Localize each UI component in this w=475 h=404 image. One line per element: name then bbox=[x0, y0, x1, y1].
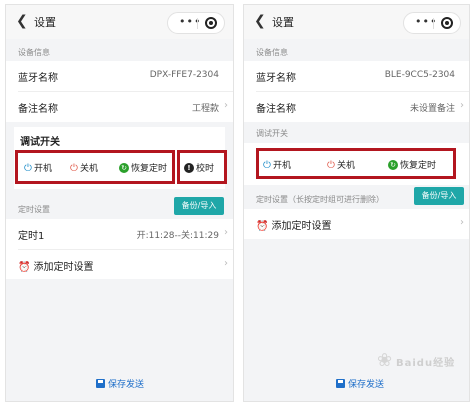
mini-program-capsule: ••• bbox=[167, 12, 225, 34]
timer-value: 开:11:28--关:11:29 bbox=[136, 231, 219, 241]
save-icon bbox=[96, 379, 105, 388]
power-off-button[interactable]: ⏻ 关机 bbox=[69, 161, 98, 174]
add-timer-row[interactable]: ⏰ 添加定时设置 › bbox=[6, 250, 233, 280]
back-arrow-icon[interactable]: ❮ bbox=[16, 13, 28, 29]
save-send-button[interactable]: 保存发送 bbox=[336, 377, 384, 390]
power-icon: ⏻ bbox=[263, 160, 271, 171]
left-phone-screen: ❮ 设置 ••• 设备信息 蓝牙名称 DPX-FFE7-2304 备注名称 工程… bbox=[5, 4, 234, 402]
baidu-paw-icon: ❀ bbox=[377, 350, 393, 371]
debug-switch-title: 调试开关 bbox=[20, 137, 60, 148]
save-icon bbox=[336, 379, 345, 388]
power-on-button[interactable]: ⏻ 开机 bbox=[23, 161, 52, 174]
bluetooth-name-value: BLE-9CC5-2304 bbox=[384, 70, 455, 80]
close-target-icon[interactable] bbox=[441, 17, 453, 29]
add-timer-row[interactable]: ⏰ 添加定时设置 › bbox=[244, 209, 469, 239]
remark-name-row[interactable]: 备注名称 工程款 › bbox=[6, 92, 233, 122]
restore-timer-button[interactable]: ↻ 恢复定时 bbox=[119, 161, 167, 174]
remark-name-value: 工程款 bbox=[191, 104, 219, 114]
capsule-divider bbox=[197, 18, 198, 29]
chevron-right-icon: › bbox=[460, 100, 464, 111]
chevron-right-icon: › bbox=[460, 217, 464, 228]
refresh-icon: ↻ bbox=[388, 160, 398, 170]
section-timer-settings: 定时设置（长按定时组可进行删除） bbox=[256, 195, 384, 204]
add-timer-label: ⏰ 添加定时设置 bbox=[18, 262, 94, 273]
nav-bar: ❮ 设置 ••• bbox=[6, 5, 233, 39]
power-icon: ⏻ bbox=[24, 163, 32, 174]
page-title: 设置 bbox=[272, 16, 294, 29]
alarm-clock-icon: ⏰ bbox=[256, 221, 269, 232]
nav-bar: ❮ 设置 ••• bbox=[244, 5, 469, 39]
timer-card: ⏰ 添加定时设置 › bbox=[244, 209, 469, 239]
add-timer-label: ⏰ 添加定时设置 bbox=[256, 221, 332, 232]
bottom-bar: 保存发送 bbox=[6, 367, 233, 401]
right-phone-screen: ❮ 设置 ••• 设备信息 蓝牙名称 BLE-9CC5-2304 备注名称 未设… bbox=[243, 4, 470, 402]
watermark: Baidu经验 bbox=[396, 358, 456, 369]
more-menu-icon[interactable]: ••• bbox=[179, 15, 201, 28]
bottom-bar: 保存发送 bbox=[244, 367, 469, 401]
power-on-button[interactable]: ⏻ 开机 bbox=[262, 158, 291, 171]
remark-name-row[interactable]: 备注名称 未设置备注 › bbox=[244, 92, 469, 122]
back-arrow-icon[interactable]: ❮ bbox=[254, 13, 266, 29]
remark-name-label: 备注名称 bbox=[18, 104, 58, 115]
power-icon: ⏻ bbox=[70, 163, 78, 174]
sync-time-button[interactable]: ! 校时 bbox=[184, 161, 214, 174]
bluetooth-name-row: 蓝牙名称 DPX-FFE7-2304 bbox=[6, 61, 233, 91]
power-icon: ⏻ bbox=[327, 160, 335, 171]
backup-import-button[interactable]: 备份/导入 bbox=[414, 187, 464, 205]
section-device-info: 设备信息 bbox=[18, 48, 50, 57]
chevron-right-icon: › bbox=[224, 227, 228, 238]
chevron-right-icon: › bbox=[224, 100, 228, 111]
refresh-icon: ↻ bbox=[119, 163, 129, 173]
remark-name-value: 未设置备注 bbox=[409, 104, 455, 114]
backup-import-button[interactable]: 备份/导入 bbox=[174, 197, 224, 215]
section-device-info: 设备信息 bbox=[256, 48, 288, 57]
section-debug-switch: 调试开关 bbox=[256, 129, 288, 138]
close-target-icon[interactable] bbox=[205, 17, 217, 29]
more-menu-icon[interactable]: ••• bbox=[415, 15, 437, 28]
power-off-button[interactable]: ⏻ 关机 bbox=[326, 158, 355, 171]
device-info-card: 蓝牙名称 DPX-FFE7-2304 备注名称 工程款 › bbox=[6, 61, 233, 122]
chevron-right-icon: › bbox=[224, 258, 228, 269]
page-title: 设置 bbox=[34, 16, 56, 29]
info-icon: ! bbox=[184, 163, 194, 173]
bluetooth-name-label: 蓝牙名称 bbox=[18, 73, 58, 84]
capsule-divider bbox=[433, 18, 434, 29]
restore-timer-button[interactable]: ↻ 恢复定时 bbox=[388, 158, 436, 171]
bluetooth-name-row: 蓝牙名称 BLE-9CC5-2304 bbox=[244, 61, 469, 91]
mini-program-capsule: ••• bbox=[403, 12, 461, 34]
timer-card: 定时1 开:11:28--关:11:29 › ⏰ 添加定时设置 › bbox=[6, 219, 233, 279]
remark-name-label: 备注名称 bbox=[256, 104, 296, 115]
alarm-clock-icon: ⏰ bbox=[18, 262, 31, 273]
timer-row[interactable]: 定时1 开:11:28--关:11:29 › bbox=[6, 219, 233, 249]
bluetooth-name-label: 蓝牙名称 bbox=[256, 73, 296, 84]
timer-label: 定时1 bbox=[18, 231, 45, 242]
bluetooth-name-value: DPX-FFE7-2304 bbox=[149, 70, 219, 80]
save-send-button[interactable]: 保存发送 bbox=[96, 377, 144, 390]
section-timer-settings: 定时设置 bbox=[18, 205, 50, 214]
device-info-card: 蓝牙名称 BLE-9CC5-2304 备注名称 未设置备注 › bbox=[244, 61, 469, 122]
